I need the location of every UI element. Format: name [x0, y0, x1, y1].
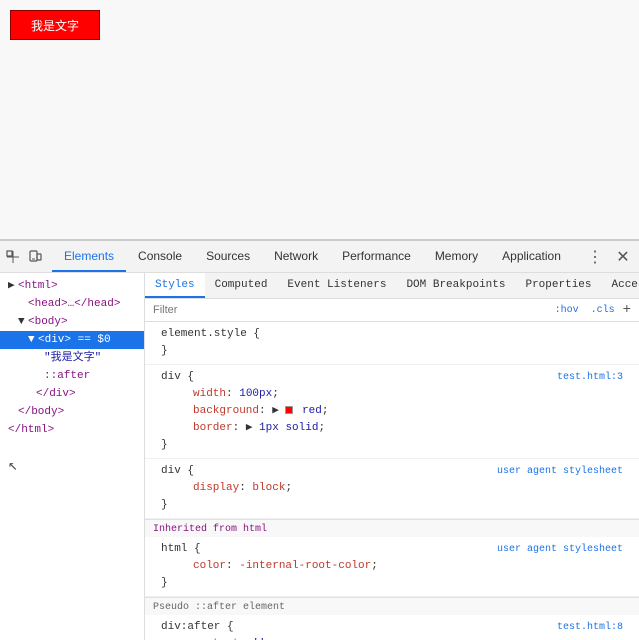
- css-block-html-ua: html { user agent stylesheet color: -int…: [145, 537, 639, 597]
- dom-line-head[interactable]: <head>…</head>: [0, 295, 144, 313]
- devtools-panel: Elements Console Sources Network Perform…: [0, 240, 639, 640]
- css-selector-div[interactable]: div { test.html:3: [153, 369, 631, 386]
- css-source-html-ua: user agent stylesheet: [497, 541, 623, 558]
- tab-console[interactable]: Console: [126, 241, 194, 272]
- inspect-icon[interactable]: [4, 248, 22, 266]
- preview-area: 我是文字: [0, 0, 639, 240]
- dom-line-body-close[interactable]: </body>: [0, 403, 144, 421]
- dom-line-div-close[interactable]: </div>: [0, 385, 144, 403]
- cls-filter-button[interactable]: .cls: [587, 303, 619, 318]
- css-block-div-ua: div { user agent stylesheet display: blo…: [145, 459, 639, 519]
- filter-bar: :hov .cls +: [145, 299, 639, 322]
- cursor-area: ↖: [0, 439, 144, 491]
- toolbar-icons: [4, 248, 44, 266]
- css-selector-element[interactable]: element.style {: [153, 326, 631, 343]
- demo-text: 我是文字: [31, 17, 79, 34]
- hov-filter-button[interactable]: :hov: [551, 303, 583, 318]
- pseudo-after-header: Pseudo ::after element: [145, 597, 639, 615]
- styles-panel: Styles Computed Event Listeners DOM Brea…: [145, 273, 639, 640]
- css-source-ua: user agent stylesheet: [497, 463, 623, 480]
- css-prop-content[interactable]: content: '';: [153, 636, 631, 640]
- dom-line-html-close[interactable]: </html>: [0, 421, 144, 439]
- dom-line-body[interactable]: ▼<body>: [0, 313, 144, 331]
- tab-network[interactable]: Network: [262, 241, 330, 272]
- filter-buttons: :hov .cls: [551, 303, 619, 318]
- inherited-tag: html: [243, 524, 267, 535]
- css-selector-text: element.style {: [161, 328, 260, 340]
- inherited-header: Inherited from html: [145, 519, 639, 537]
- subtab-computed[interactable]: Computed: [205, 273, 278, 298]
- css-selector-html[interactable]: html { user agent stylesheet: [153, 541, 631, 558]
- color-swatch-red[interactable]: [285, 406, 293, 414]
- device-icon[interactable]: [26, 248, 44, 266]
- devtools-main: ▶<html> <head>…</head> ▼<body> ▼<div> ==…: [0, 273, 639, 640]
- devtools-tabs: Elements Console Sources Network Perform…: [52, 241, 583, 272]
- demo-element: 我是文字: [10, 10, 100, 40]
- styles-subtabs: Styles Computed Event Listeners DOM Brea…: [145, 273, 639, 299]
- css-prop-color[interactable]: color: -internal-root-color;: [153, 558, 631, 575]
- border-arrow-icon[interactable]: ▶: [246, 422, 259, 434]
- subtab-properties[interactable]: Properties: [515, 273, 601, 298]
- css-source-after[interactable]: test.html:8: [557, 619, 623, 636]
- cursor-icon: ↖: [8, 457, 18, 475]
- close-devtools-button[interactable]: ✕: [611, 245, 635, 269]
- tab-memory[interactable]: Memory: [423, 241, 490, 272]
- css-close-brace-ua: }: [153, 497, 631, 514]
- css-selector-div-ua[interactable]: div { user agent stylesheet: [153, 463, 631, 480]
- css-prop-background[interactable]: background: ▶ red;: [153, 403, 631, 420]
- devtools-toolbar: Elements Console Sources Network Perform…: [0, 241, 639, 273]
- css-prop-border[interactable]: border: ▶ 1px solid;: [153, 420, 631, 437]
- filter-input[interactable]: [153, 304, 543, 316]
- css-selector-after[interactable]: div:after { test.html:8: [153, 619, 631, 636]
- tab-performance[interactable]: Performance: [330, 241, 423, 272]
- add-style-button[interactable]: +: [623, 302, 631, 318]
- subtab-accessibility[interactable]: Accessibility: [602, 273, 639, 298]
- css-prop-width[interactable]: width: 100px;: [153, 386, 631, 403]
- tab-elements[interactable]: Elements: [52, 241, 126, 272]
- tab-sources[interactable]: Sources: [194, 241, 262, 272]
- subtab-dom-breakpoints[interactable]: DOM Breakpoints: [396, 273, 515, 298]
- dom-line-div-selected[interactable]: ▼<div> == $0: [0, 331, 144, 349]
- color-arrow-icon[interactable]: ▶: [272, 405, 285, 417]
- css-block-div-main: div { test.html:3 width: 100px; backgrou…: [145, 365, 639, 459]
- tab-application[interactable]: Application: [490, 241, 573, 272]
- subtab-styles[interactable]: Styles: [145, 273, 205, 298]
- css-block-element-style: element.style { }: [145, 322, 639, 365]
- css-prop-display[interactable]: display: block;: [153, 480, 631, 497]
- dom-line-after[interactable]: ::after: [0, 367, 144, 385]
- subtab-event-listeners[interactable]: Event Listeners: [277, 273, 396, 298]
- css-close-brace-html: }: [153, 575, 631, 592]
- css-close-brace: }: [153, 343, 631, 360]
- dom-panel: ▶<html> <head>…</head> ▼<body> ▼<div> ==…: [0, 273, 145, 640]
- dom-line-html[interactable]: ▶<html>: [0, 277, 144, 295]
- dom-line-text[interactable]: "我是文字": [0, 349, 144, 367]
- css-block-after: div:after { test.html:8 content: ''; }: [145, 615, 639, 640]
- css-source-link[interactable]: test.html:3: [557, 369, 623, 386]
- css-close-brace-div: }: [153, 437, 631, 454]
- more-tabs-button[interactable]: ⋮: [583, 245, 607, 269]
